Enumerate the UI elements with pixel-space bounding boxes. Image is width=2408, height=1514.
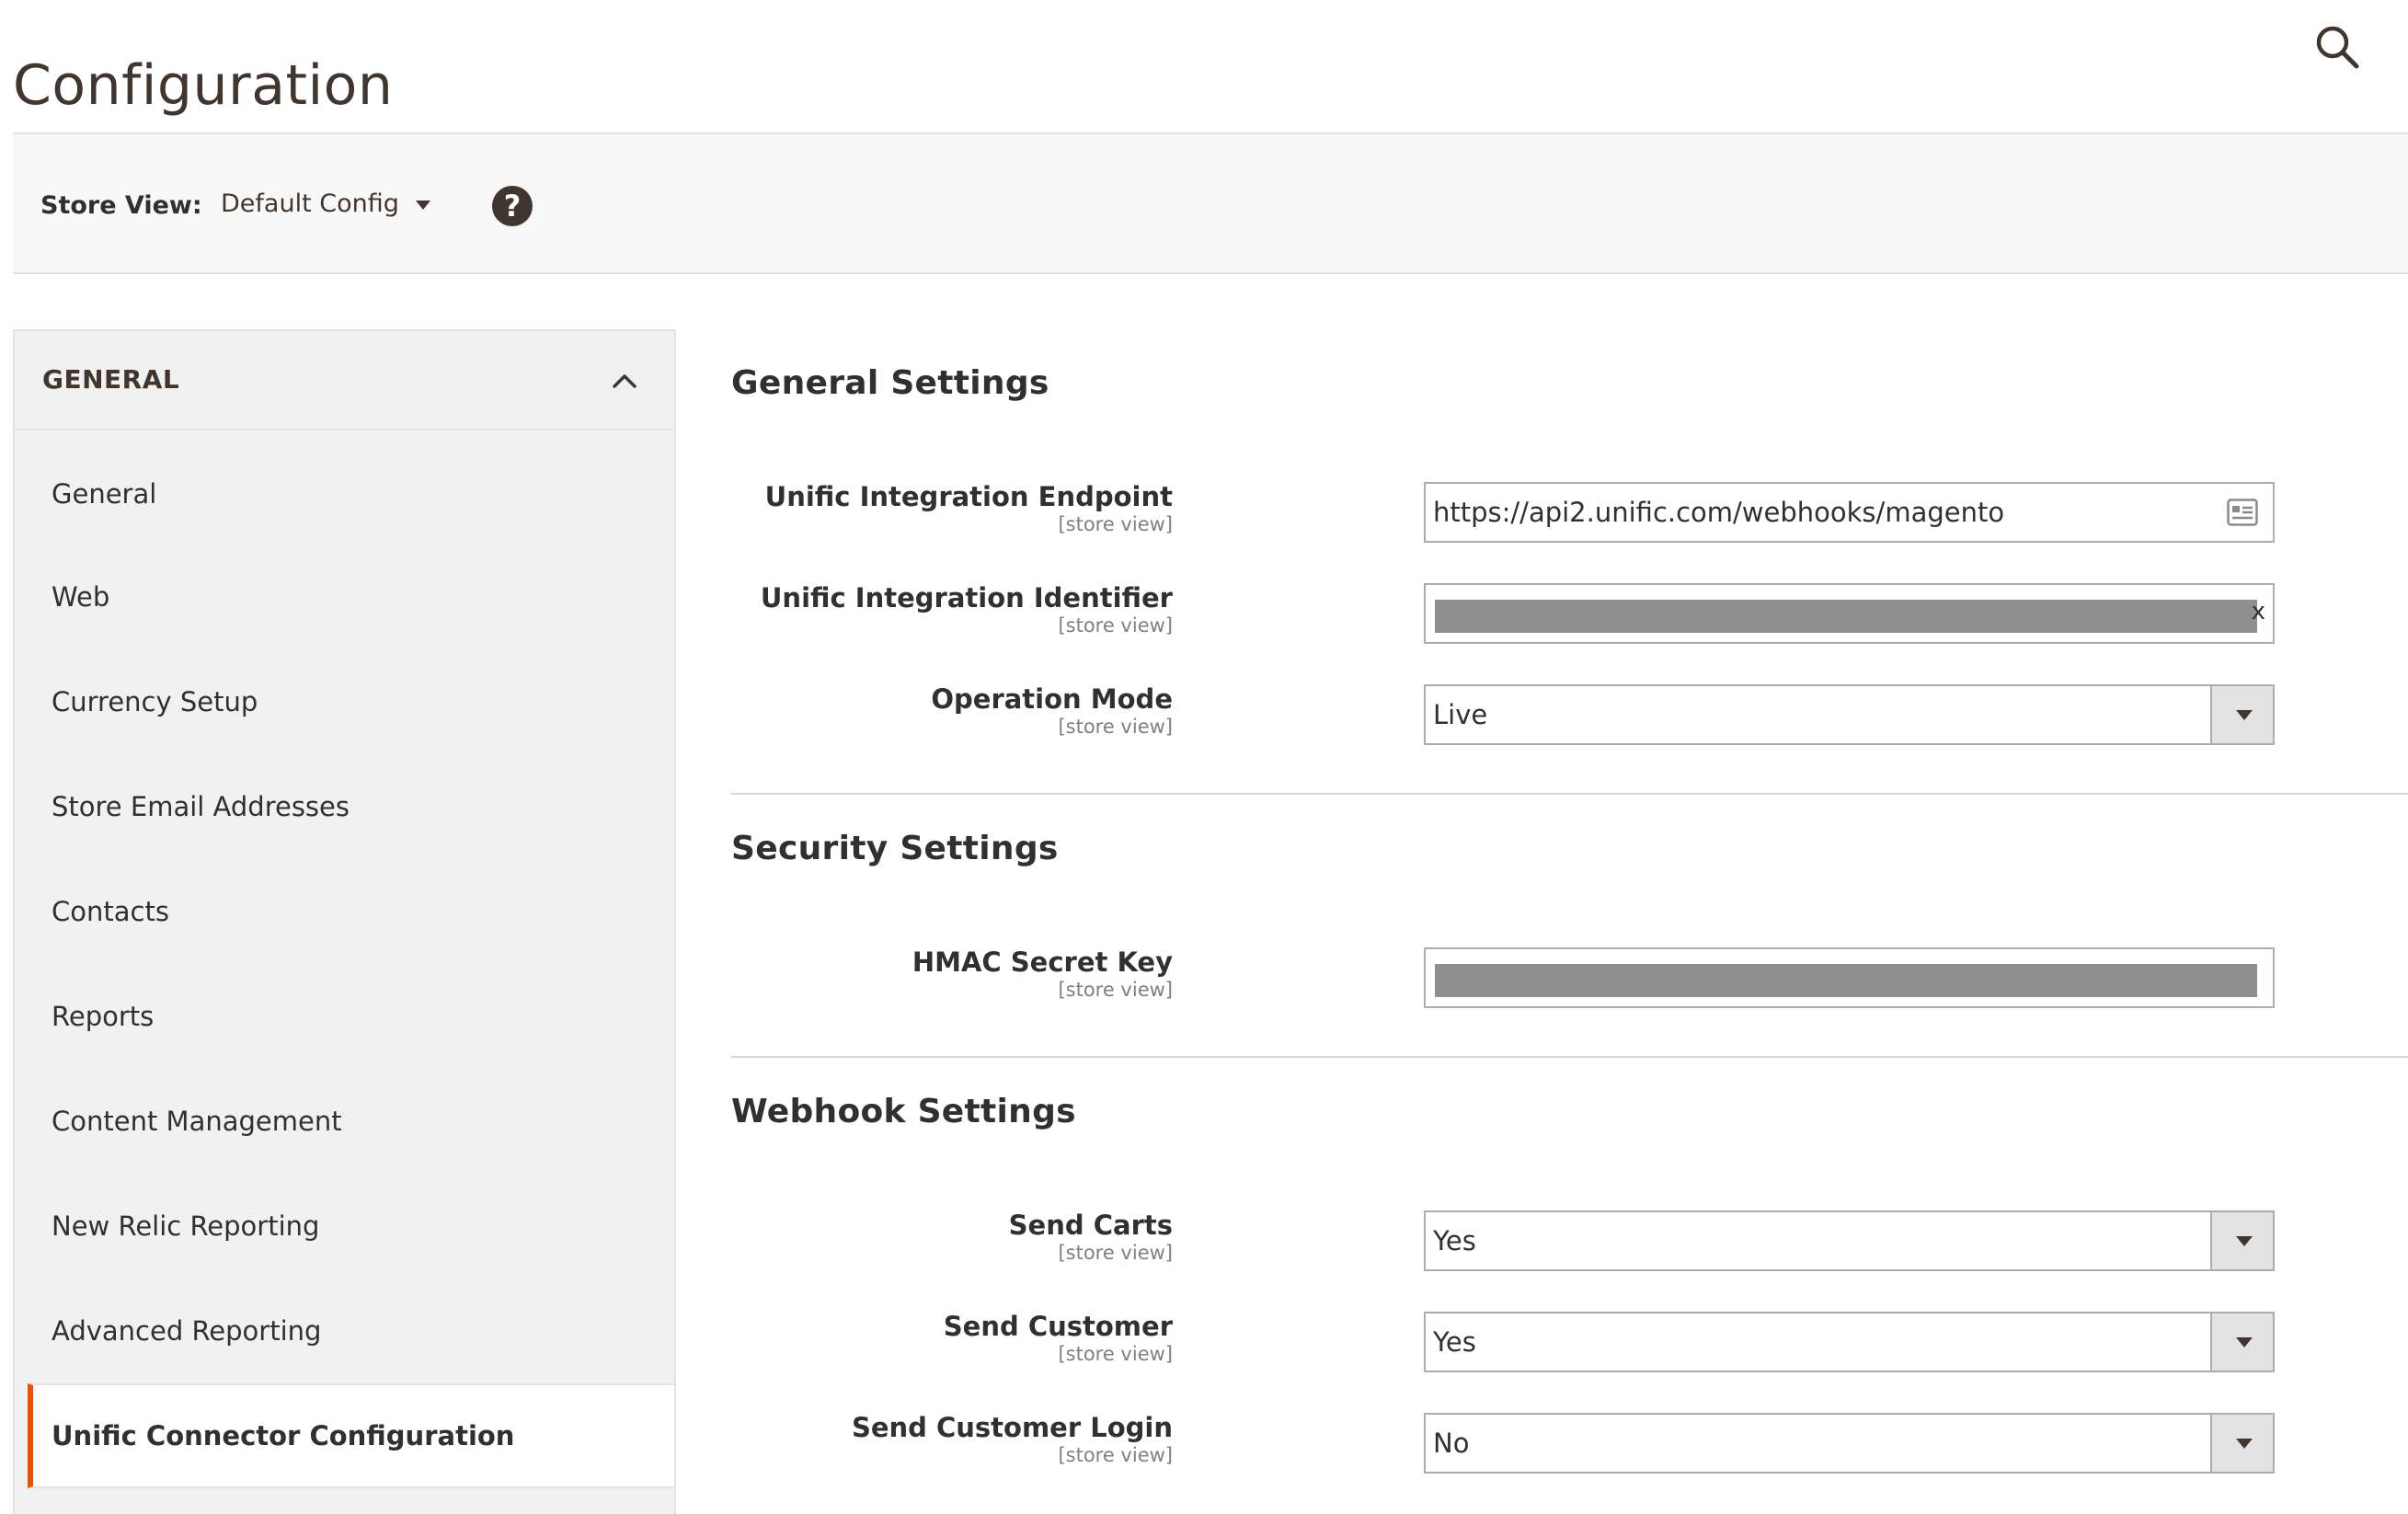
field-label: Unific Integration Identifier [store vie… [761, 581, 1173, 637]
sidebar-group-general[interactable]: GENERAL [15, 331, 674, 430]
identifier-input[interactable]: 1 x [1424, 583, 2275, 644]
chevron-up-icon [613, 374, 636, 388]
send-carts-select[interactable]: Yes [1424, 1210, 2275, 1271]
send-carts-value: Yes [1433, 1225, 1476, 1256]
scope-hint: [store view] [1058, 1444, 1173, 1466]
question-circle-icon[interactable]: ? [492, 186, 533, 226]
sidebar-item-unific-connector-configuration[interactable]: Unific Connector Configuration [28, 1383, 674, 1488]
field-label: HMAC Secret Key [store view] [912, 946, 1173, 1001]
field-row-send-carts: Send Carts [store view] Yes [731, 1210, 2276, 1271]
store-view-current: Default Config [221, 189, 399, 218]
field-row-hmac: HMAC Secret Key [store view] [731, 946, 2276, 1008]
sidebar-item-label: General [52, 478, 157, 510]
field-label: Unific Integration Endpoint [store view] [765, 480, 1173, 535]
endpoint-input[interactable]: https://api2.unific.com/webhooks/magento [1424, 482, 2275, 543]
section-title-general[interactable]: General Settings [731, 364, 1049, 402]
sidebar-item-contacts[interactable]: Contacts [15, 859, 674, 964]
send-customer-login-value: No [1433, 1428, 1470, 1459]
sidebar-item-label: New Relic Reporting [52, 1210, 320, 1242]
send-customer-login-select[interactable]: No [1424, 1413, 2275, 1474]
sidebar-items: General Web Currency Setup Store Email A… [15, 430, 674, 1488]
sidebar-item-label: Store Email Addresses [52, 791, 350, 822]
sidebar-item-label: Contacts [52, 896, 169, 927]
section-divider [731, 1056, 2408, 1058]
endpoint-value: https://api2.unific.com/webhooks/magento [1433, 497, 2005, 528]
scope-hint: [store view] [1058, 513, 1173, 535]
chevron-down-icon[interactable] [2210, 1212, 2273, 1269]
send-customer-select[interactable]: Yes [1424, 1312, 2275, 1372]
sidebar-item-label: Unific Connector Configuration [52, 1420, 515, 1451]
field-row-send-customer: Send Customer [store view] Yes [731, 1310, 2276, 1372]
sidebar-item-label: Reports [52, 1001, 155, 1032]
field-row-identifier: Unific Integration Identifier [store vie… [731, 581, 2276, 644]
chevron-down-icon[interactable] [2210, 1313, 2273, 1371]
sidebar-item-content-management[interactable]: Content Management [15, 1069, 674, 1174]
scope-hint: [store view] [1058, 979, 1173, 1001]
hmac-label: HMAC Secret Key [912, 946, 1173, 978]
chevron-down-icon[interactable] [2210, 1415, 2273, 1472]
sidebar-item-currency-setup[interactable]: Currency Setup [15, 649, 674, 754]
scope-hint: [store view] [1058, 716, 1173, 738]
sidebar-item-store-email-addresses[interactable]: Store Email Addresses [15, 754, 674, 859]
config-sidebar: GENERAL General Web Currency Setup Store… [13, 329, 676, 1514]
redacted-value [1435, 600, 2257, 633]
store-view-bar: Store View: Default Config ? [13, 132, 2408, 274]
endpoint-label: Unific Integration Endpoint [764, 481, 1173, 512]
identifier-label: Unific Integration Identifier [760, 582, 1173, 614]
sidebar-item-label: Content Management [52, 1106, 342, 1137]
contact-card-icon [2227, 499, 2258, 526]
section-divider [731, 793, 2408, 795]
store-view-label: Store View: [40, 191, 202, 220]
operation-mode-value: Live [1433, 699, 1488, 730]
sidebar-item-web[interactable]: Web [15, 545, 674, 649]
operation-mode-select[interactable]: Live [1424, 684, 2275, 745]
search-icon[interactable] [2314, 24, 2362, 72]
field-row-endpoint: Unific Integration Endpoint [store view]… [731, 480, 2276, 543]
sidebar-item-advanced-reporting[interactable]: Advanced Reporting [15, 1279, 674, 1383]
sidebar-item-new-relic-reporting[interactable]: New Relic Reporting [15, 1174, 674, 1279]
config-main: General Settings Unific Integration Endp… [731, 329, 2408, 1514]
sidebar-item-label: Currency Setup [52, 686, 258, 717]
sidebar-item-reports[interactable]: Reports [15, 964, 674, 1069]
sidebar-group-label: GENERAL [42, 364, 180, 395]
send-customer-value: Yes [1433, 1326, 1476, 1358]
field-label: Operation Mode [store view] [931, 682, 1173, 738]
field-row-send-customer-login: Send Customer Login [store view] No [731, 1411, 2276, 1474]
scope-hint: [store view] [1058, 614, 1173, 637]
sidebar-item-label: Web [52, 581, 110, 613]
hmac-secret-input[interactable] [1424, 947, 2275, 1008]
send-customer-label: Send Customer [943, 1311, 1173, 1342]
send-carts-label: Send Carts [1008, 1210, 1173, 1241]
caret-down-icon [415, 200, 430, 210]
page-title: Configuration [13, 53, 394, 119]
scope-hint: [store view] [1058, 1343, 1173, 1365]
sidebar-item-label: Advanced Reporting [52, 1315, 322, 1347]
chevron-down-icon[interactable] [2210, 686, 2273, 743]
sidebar-item-general[interactable]: General [15, 430, 674, 545]
field-label: Send Carts [store view] [1009, 1209, 1173, 1264]
field-label: Send Customer Login [store view] [852, 1411, 1173, 1466]
field-row-operation-mode: Operation Mode [store view] Live [731, 682, 2276, 745]
section-title-webhook[interactable]: Webhook Settings [731, 1093, 1076, 1130]
section-title-security[interactable]: Security Settings [731, 830, 1059, 867]
scope-hint: [store view] [1058, 1242, 1173, 1264]
store-view-switcher[interactable]: Default Config [221, 189, 430, 218]
operation-mode-label: Operation Mode [931, 683, 1173, 715]
field-label: Send Customer [store view] [944, 1310, 1173, 1365]
send-customer-login-label: Send Customer Login [851, 1412, 1173, 1443]
identifier-value-end: x [2251, 598, 2265, 625]
redacted-value [1435, 964, 2257, 997]
